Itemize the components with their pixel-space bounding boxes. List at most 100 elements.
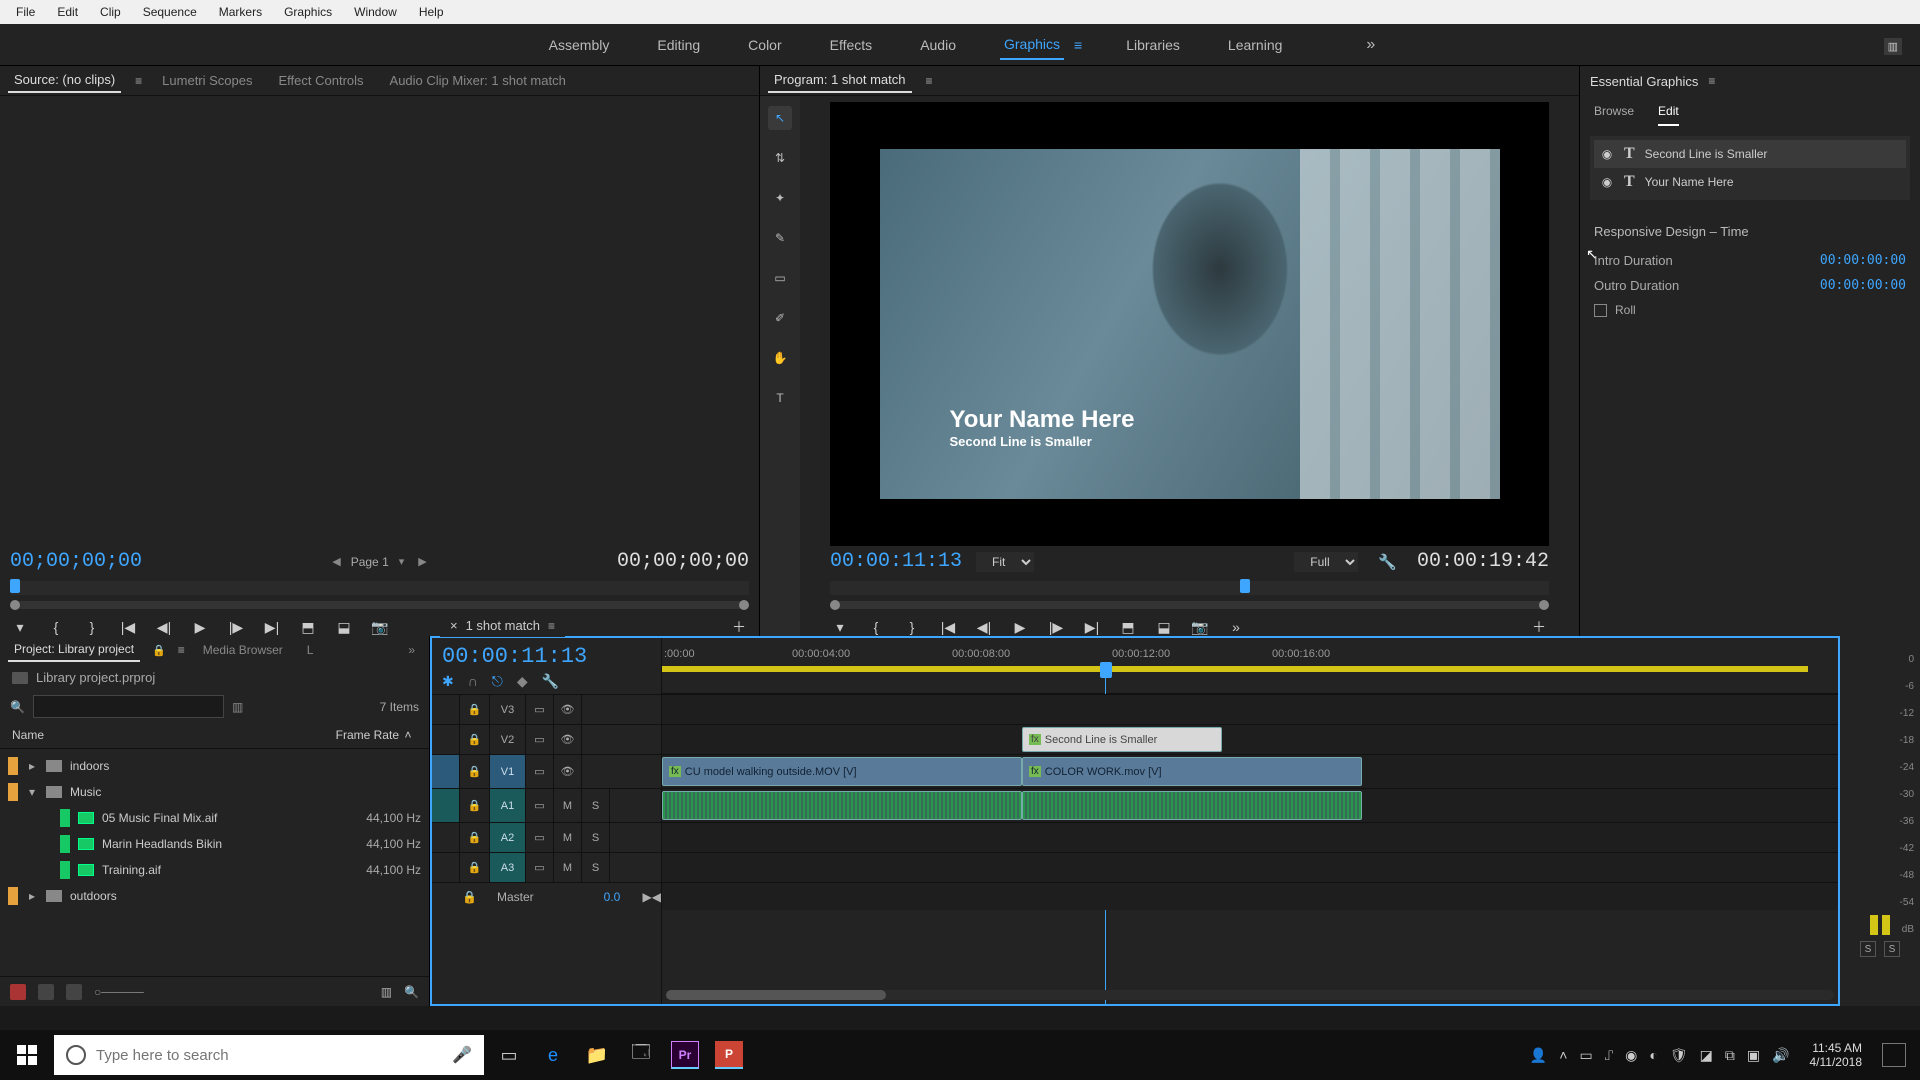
bracket-in-icon[interactable]: { <box>46 617 66 637</box>
track-header-master[interactable]: 🔒Master0.0▶◀ <box>432 882 661 910</box>
menu-graphics[interactable]: Graphics <box>274 2 342 22</box>
p-goto-out-icon[interactable]: ▶| <box>1082 617 1102 637</box>
clip-color-work[interactable]: fx COLOR WORK.mov [V] <box>1022 757 1362 786</box>
timeline-menu-icon[interactable]: ≡ <box>548 619 555 633</box>
clip-marin-headlands[interactable]: Marin Headlands Bikin 44,100 Hz <box>0 831 429 857</box>
p-overflow-icon[interactable]: » <box>1226 617 1246 637</box>
action-center-icon[interactable] <box>1882 1043 1906 1067</box>
quality-select[interactable]: Full <box>1294 552 1358 572</box>
solo-left[interactable]: S <box>1860 941 1876 957</box>
tab-project[interactable]: Project: Library project <box>8 638 140 662</box>
taskbar-clock[interactable]: 11:45 AM 4/11/2018 <box>1802 1041 1871 1069</box>
zoom-slider-icon[interactable]: ○───── <box>94 985 144 999</box>
program-tc-in[interactable]: 00:00:11:13 <box>830 550 962 573</box>
menu-help[interactable]: Help <box>409 2 454 22</box>
roll-checkbox[interactable] <box>1594 304 1607 317</box>
p-step-fwd-icon[interactable]: |▶ <box>1046 617 1066 637</box>
tab-lumetri-scopes[interactable]: Lumetri Scopes <box>156 69 258 92</box>
eg-menu-icon[interactable]: ≡ <box>1708 74 1715 88</box>
export-frame-icon[interactable]: 📷 <box>370 617 390 637</box>
tab-audio-clip-mixer[interactable]: Audio Clip Mixer: 1 shot match <box>384 69 572 92</box>
play-icon[interactable]: ▶ <box>190 617 210 637</box>
p-out-icon[interactable]: } <box>902 617 922 637</box>
eg-layer-your-name[interactable]: ◉ T Your Name Here <box>1594 168 1906 196</box>
source-tab-menu-icon[interactable]: ≡ <box>135 74 142 88</box>
find-icon[interactable]: 🔍 <box>404 985 419 999</box>
goto-out-icon[interactable]: ▶| <box>262 617 282 637</box>
tab-effect-controls[interactable]: Effect Controls <box>273 69 370 92</box>
p-goto-in-icon[interactable]: |◀ <box>938 617 958 637</box>
close-seq-icon[interactable]: × <box>450 618 458 633</box>
tray-icon-3[interactable]: ◪ <box>1700 1047 1713 1064</box>
track-header-v3[interactable]: 🔒V3▭👁 <box>432 694 661 724</box>
p-add-button-icon[interactable]: ＋ <box>1529 617 1549 637</box>
clip-cu-model[interactable]: fx CU model walking outside.MOV [V] <box>662 757 1022 786</box>
mark-in-icon[interactable]: ▾ <box>10 617 30 637</box>
visibility-icon[interactable]: ◉ <box>1600 175 1614 189</box>
step-fwd-icon[interactable]: |▶ <box>226 617 246 637</box>
solo-right[interactable]: S <box>1884 941 1900 957</box>
battery-icon[interactable]: ▭ <box>1579 1047 1592 1064</box>
linked-sel-icon[interactable]: ⎋ <box>492 673 503 690</box>
menu-clip[interactable]: Clip <box>90 2 131 22</box>
usb-icon[interactable]: ⑀ <box>1605 1047 1613 1063</box>
new-bin-icon[interactable]: ▥ <box>381 985 392 999</box>
app-icon-1[interactable]: 🗔 <box>622 1035 660 1075</box>
time-ruler[interactable]: :00:00 00:00:04:00 00:00:08:00 00:00:12:… <box>662 638 1838 694</box>
menu-sequence[interactable]: Sequence <box>133 2 207 22</box>
bracket-out-icon[interactable]: } <box>82 617 102 637</box>
track-header-a2[interactable]: 🔒A2▭MS <box>432 822 661 852</box>
workspace-audio[interactable]: Audio <box>916 31 960 59</box>
eyedrop-tool-icon[interactable]: ✐ <box>768 306 792 330</box>
bin-outdoors[interactable]: ▸ outdoors <box>0 883 429 909</box>
clip-audio-b[interactable] <box>1022 791 1362 820</box>
file-explorer-icon[interactable]: 📁 <box>578 1035 616 1075</box>
track-header-a3[interactable]: 🔒A3▭MS <box>432 852 661 882</box>
col-name[interactable]: Name <box>12 728 299 742</box>
align-tool-icon[interactable]: ✦ <box>768 186 792 210</box>
task-view-icon[interactable]: ▭ <box>490 1035 528 1075</box>
vertical-text-tool-icon[interactable]: ⇅ <box>768 146 792 170</box>
lock-icon[interactable]: 🔒 <box>152 644 166 657</box>
workspace-editing[interactable]: Editing <box>653 31 704 59</box>
bin-music[interactable]: ▾ Music <box>0 779 429 805</box>
source-tc-in[interactable]: 00;00;00;00 <box>10 550 142 573</box>
visibility-icon[interactable]: ◉ <box>1600 147 1614 161</box>
dropbox-icon[interactable]: ⧉ <box>1725 1047 1735 1064</box>
edge-icon[interactable]: e <box>534 1035 572 1075</box>
playhead-icon[interactable] <box>1100 662 1112 678</box>
tray-expand-icon[interactable]: ˄ <box>1559 1047 1567 1063</box>
workspace-color[interactable]: Color <box>744 31 785 59</box>
source-scrub[interactable] <box>10 601 749 609</box>
p-play-icon[interactable]: ▶ <box>1010 617 1030 637</box>
lane-a1[interactable] <box>662 788 1838 822</box>
sequence-name[interactable]: 1 shot match <box>466 618 540 633</box>
selection-tool-icon[interactable]: ↖ <box>768 106 792 130</box>
clip-05-music-final[interactable]: 05 Music Final Mix.aif 44,100 Hz <box>0 805 429 831</box>
zoom-fit-select[interactable]: Fit <box>976 552 1034 572</box>
tray-icon-4[interactable]: ▣ <box>1747 1047 1760 1064</box>
hand-tool-icon[interactable]: ✋ <box>768 346 792 370</box>
settings-wrench-icon[interactable]: 🔧 <box>1372 553 1403 571</box>
workspace-graphics[interactable]: Graphics <box>1000 30 1064 60</box>
program-ruler[interactable] <box>830 581 1549 595</box>
menu-file[interactable]: File <box>6 2 45 22</box>
people-icon[interactable]: 👤 <box>1530 1047 1547 1064</box>
insert-icon[interactable]: ⬒ <box>298 617 318 637</box>
track-header-v1[interactable]: 🔒V1▭👁 <box>432 754 661 788</box>
intro-duration-value[interactable]: 00:00:00:00 <box>1820 253 1906 268</box>
workspace-overflow-icon[interactable]: » <box>1366 36 1375 54</box>
taskbar-search-input[interactable] <box>96 1047 442 1064</box>
workspace-menu-icon[interactable]: ≡ <box>1074 37 1082 53</box>
lane-v1[interactable]: fx CU model walking outside.MOV [V] fx C… <box>662 754 1838 788</box>
program-tab-menu-icon[interactable]: ≡ <box>926 74 933 88</box>
lane-a3[interactable] <box>662 852 1838 882</box>
snap-icon[interactable]: ✱ <box>442 673 454 690</box>
timeline-tc[interactable]: 00:00:11:13 <box>442 644 651 669</box>
marker-icon[interactable]: ◆ <box>517 673 528 690</box>
premiere-icon[interactable]: Pr <box>666 1035 704 1075</box>
rectangle-tool-icon[interactable]: ▭ <box>768 266 792 290</box>
p-extract-icon[interactable]: ⬓ <box>1154 617 1174 637</box>
pen-tool-icon[interactable]: ✎ <box>768 226 792 250</box>
tab-program[interactable]: Program: 1 shot match <box>768 68 912 93</box>
